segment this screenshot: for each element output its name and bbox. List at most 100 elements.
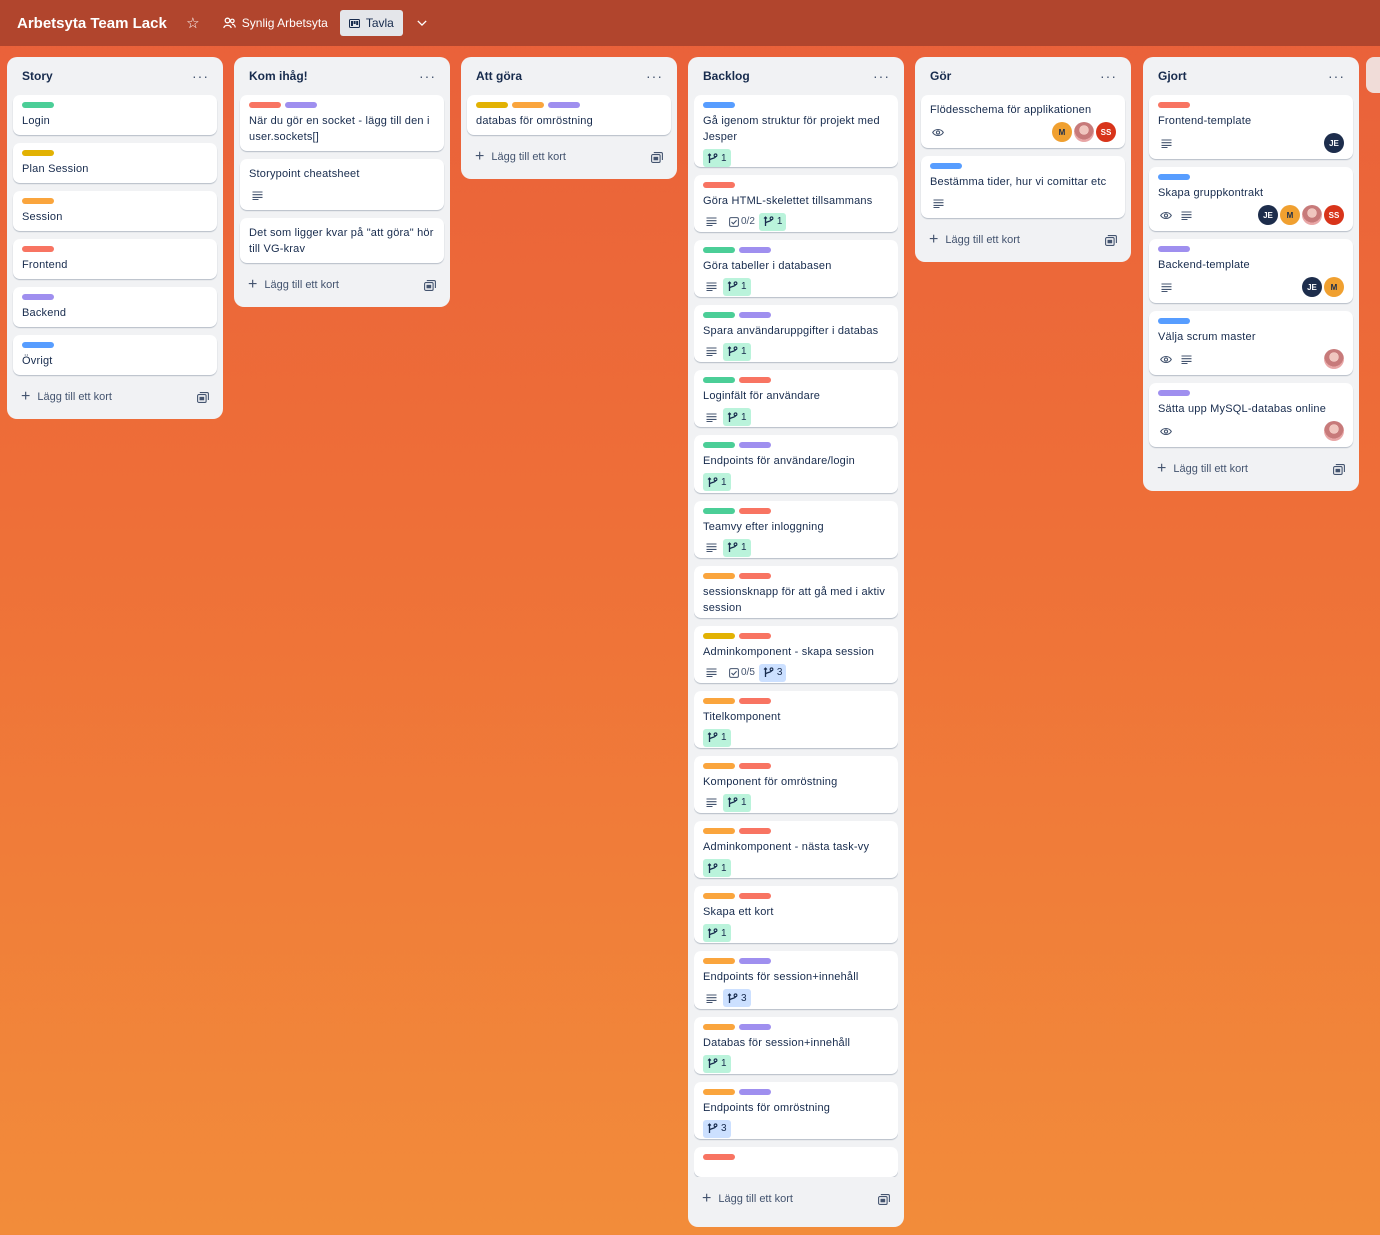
github-pr-badge[interactable]: 3 xyxy=(758,663,787,682)
more-options-icon[interactable]: ··· xyxy=(1328,69,1345,83)
avatar[interactable] xyxy=(1324,421,1344,441)
github-pr-badge[interactable]: 1 xyxy=(723,538,751,557)
label-purple[interactable] xyxy=(739,1088,771,1095)
card[interactable]: Välja scrum master xyxy=(1149,311,1353,375)
label-blue[interactable] xyxy=(703,102,735,108)
label-orange[interactable] xyxy=(703,1088,735,1095)
label-purple[interactable] xyxy=(739,442,771,449)
github-pr-badge[interactable]: 1 xyxy=(703,859,731,878)
list-title[interactable]: Att göra xyxy=(476,69,522,83)
card[interactable]: Skapa ett kort 1 xyxy=(694,886,898,944)
board-title[interactable]: Arbetsyta Team Lack xyxy=(17,15,167,32)
list-title[interactable]: Gjort xyxy=(1158,69,1187,83)
more-options-icon[interactable]: ··· xyxy=(419,69,436,83)
card[interactable]: Login xyxy=(13,95,217,135)
github-pr-badge[interactable]: 3 xyxy=(723,989,751,1008)
label-red[interactable] xyxy=(249,102,281,108)
more-options-icon[interactable]: ··· xyxy=(873,69,890,83)
card[interactable]: Backend-template JE M xyxy=(1149,239,1353,303)
card[interactable]: Teamvy efter inloggning 1 xyxy=(694,500,898,558)
label-orange[interactable] xyxy=(512,102,544,108)
label-red[interactable] xyxy=(703,1154,735,1161)
card[interactable]: sessionsknapp för att gå med i aktiv ses… xyxy=(694,565,898,618)
card[interactable]: Endpoints för användare/login 1 xyxy=(694,435,898,493)
card[interactable]: Backend xyxy=(13,287,217,327)
list-title[interactable]: Kom ihåg! xyxy=(249,69,308,83)
label-green[interactable] xyxy=(703,377,735,384)
label-purple[interactable] xyxy=(739,1023,771,1030)
label-purple[interactable] xyxy=(739,958,771,965)
card[interactable]: Plan Session xyxy=(13,143,217,183)
card[interactable]: Skapa gruppkontrakt JE M SS xyxy=(1149,167,1353,231)
avatar[interactable]: SS xyxy=(1096,122,1116,142)
view-switcher-button[interactable]: Tavla xyxy=(339,10,403,36)
card[interactable]: Sätta upp MySQL-databas online xyxy=(1149,383,1353,447)
label-orange[interactable] xyxy=(703,572,735,579)
github-pr-badge[interactable]: 1 xyxy=(703,924,731,943)
card[interactable]: Flödesschema för applikationen M SS xyxy=(921,95,1125,148)
label-yellow[interactable] xyxy=(22,150,54,156)
create-from-template-icon[interactable] xyxy=(424,279,436,291)
label-red[interactable] xyxy=(739,697,771,704)
chevron-down-icon[interactable] xyxy=(411,10,433,36)
more-options-icon[interactable]: ··· xyxy=(192,69,209,83)
card[interactable]: När du gör en socket - lägg till den i u… xyxy=(240,95,444,151)
card[interactable]: Övrigt xyxy=(13,335,217,375)
card[interactable]: Gå igenom struktur för projekt med Jespe… xyxy=(694,95,898,167)
card[interactable]: Göra HTML-skelettet tillsammans 0/2 1 xyxy=(694,174,898,232)
avatar[interactable]: M xyxy=(1324,277,1344,297)
avatar[interactable]: JE xyxy=(1258,205,1278,225)
list-title[interactable]: Gör xyxy=(930,69,951,83)
github-pr-badge[interactable]: 1 xyxy=(703,1054,731,1073)
visibility-button[interactable]: Synlig Arbetsyta xyxy=(217,10,334,36)
avatar[interactable] xyxy=(1324,349,1344,369)
more-options-icon[interactable]: ··· xyxy=(646,69,663,83)
avatar[interactable]: M xyxy=(1052,122,1072,142)
label-orange[interactable] xyxy=(703,958,735,965)
card[interactable]: Titelkomponent 1 xyxy=(694,690,898,748)
card[interactable]: Göra tabeller i databasen 1 xyxy=(694,239,898,297)
github-pr-badge[interactable]: 1 xyxy=(703,728,731,747)
label-orange[interactable] xyxy=(703,697,735,704)
github-pr-badge[interactable]: 1 xyxy=(723,793,751,812)
label-orange[interactable] xyxy=(703,828,735,835)
card[interactable]: Loginfält för användare 1 xyxy=(694,370,898,428)
star-icon[interactable]: ☆ xyxy=(183,10,203,36)
github-pr-badge[interactable]: 1 xyxy=(703,149,731,167)
card[interactable]: Det som ligger kvar på "att göra" hör ti… xyxy=(240,218,444,263)
card[interactable]: Frontend xyxy=(13,239,217,279)
label-red[interactable] xyxy=(739,632,771,639)
avatar[interactable] xyxy=(1302,205,1322,225)
card[interactable]: Spara användaruppgifter i databas 1 xyxy=(694,304,898,363)
card[interactable]: Frontend-template JE xyxy=(1149,95,1353,159)
card[interactable] xyxy=(694,1147,898,1177)
label-red[interactable] xyxy=(739,377,771,384)
add-card-button[interactable]: + Lägg till ett kort xyxy=(21,389,112,405)
github-pr-badge[interactable]: 1 xyxy=(703,473,731,492)
label-blue[interactable] xyxy=(1158,174,1190,180)
card[interactable]: Session xyxy=(13,191,217,231)
list-title[interactable]: Story xyxy=(22,69,53,83)
label-green[interactable] xyxy=(22,102,54,108)
label-blue[interactable] xyxy=(1158,318,1190,324)
add-card-button[interactable]: + Lägg till ett kort xyxy=(248,277,339,293)
label-red[interactable] xyxy=(739,828,771,835)
card[interactable]: databas för omröstning xyxy=(467,95,671,135)
label-green[interactable] xyxy=(703,311,735,318)
label-purple[interactable] xyxy=(22,294,54,300)
create-from-template-icon[interactable] xyxy=(651,151,663,163)
avatar[interactable]: SS xyxy=(1324,205,1344,225)
card[interactable]: Adminkomponent - nästa task-vy 1 xyxy=(694,821,898,879)
add-card-button[interactable]: + Lägg till ett kort xyxy=(929,232,1020,248)
list-title[interactable]: Backlog xyxy=(703,69,750,83)
label-red[interactable] xyxy=(739,762,771,769)
label-red[interactable] xyxy=(22,246,54,252)
github-pr-badge[interactable]: 3 xyxy=(703,1119,731,1138)
avatar[interactable]: JE xyxy=(1302,277,1322,297)
create-from-template-icon[interactable] xyxy=(1105,234,1117,246)
avatar[interactable]: JE xyxy=(1324,133,1344,153)
avatar[interactable]: M xyxy=(1280,205,1300,225)
label-purple[interactable] xyxy=(1158,390,1190,396)
more-options-icon[interactable]: ··· xyxy=(1100,69,1117,83)
github-pr-badge[interactable]: 1 xyxy=(723,408,751,427)
